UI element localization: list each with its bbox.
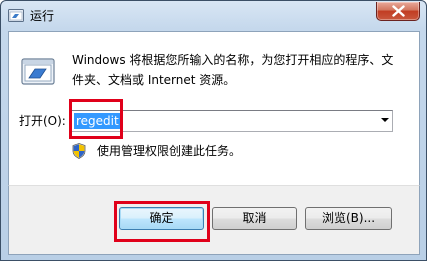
uac-shield-icon — [72, 143, 86, 159]
close-icon — [392, 5, 405, 17]
close-button[interactable] — [376, 2, 420, 21]
run-dialog: 运行 Windows 将根据您所输入的名称，为您打开相应的程序、文件夹、文档或 … — [0, 0, 427, 261]
input-highlight-box — [69, 99, 123, 139]
admin-privilege-note: 使用管理权限创建此任务。 — [97, 144, 242, 158]
ok-highlight-box — [114, 201, 210, 242]
window-title: 运行 — [30, 9, 55, 23]
title-bar[interactable]: 运行 — [1, 1, 426, 31]
cancel-button[interactable]: 取消 — [212, 207, 297, 230]
run-dialog-icon — [21, 58, 55, 85]
chevron-down-icon[interactable] — [381, 118, 389, 122]
open-label: 打开(O): — [19, 114, 66, 128]
description-text: Windows 将根据您所输入的名称，为您打开相应的程序、文件夹、文档或 Int… — [72, 53, 394, 87]
run-icon — [8, 9, 24, 22]
browse-button[interactable]: 浏览(B)... — [305, 207, 392, 230]
